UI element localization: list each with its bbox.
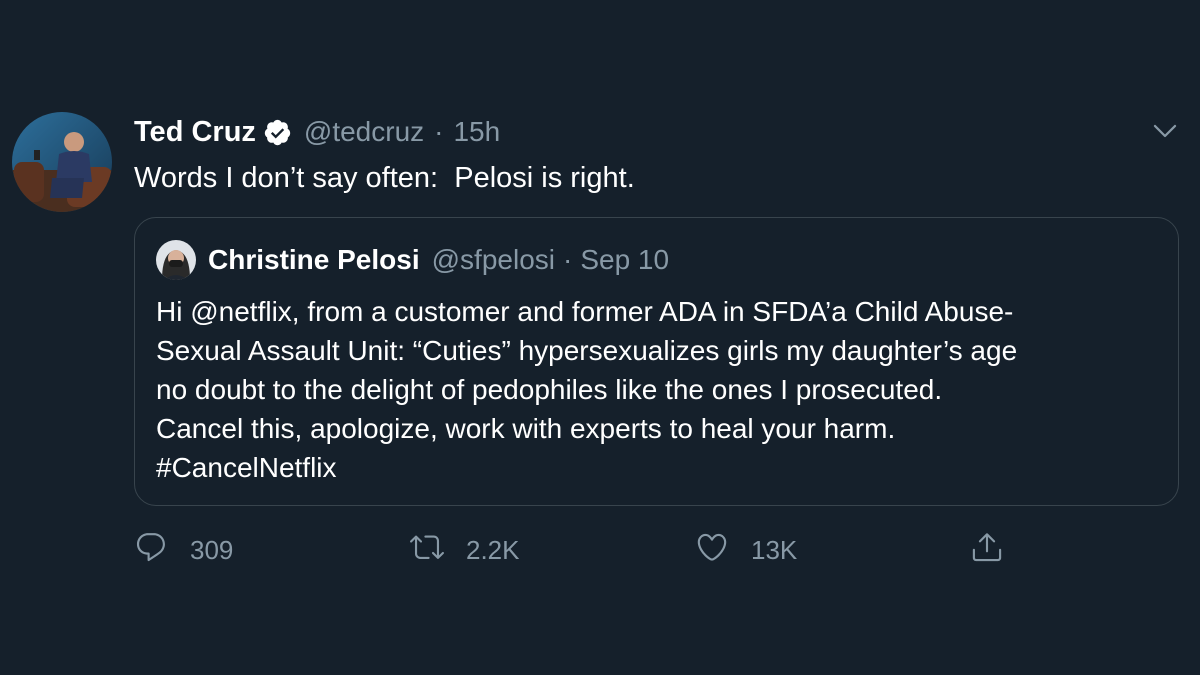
verified-badge-icon <box>263 118 292 147</box>
like-button[interactable]: 13K <box>695 528 797 572</box>
heart-icon <box>695 530 729 571</box>
quoted-tweet-text: Hi @netflix, from a customer and former … <box>156 292 1156 487</box>
share-icon <box>970 530 1004 571</box>
quoted-text-line: Hi @netflix, from a customer and former … <box>156 296 1014 327</box>
tweet-header: Ted Cruz @tedcruz · 15h <box>134 110 500 154</box>
author-avatar[interactable] <box>12 112 112 212</box>
quoted-text-line: #CancelNetflix <box>156 452 337 483</box>
reply-count: 309 <box>190 534 234 565</box>
quoted-author-name[interactable]: Christine Pelosi <box>208 244 420 276</box>
like-count: 13K <box>751 534 798 565</box>
retweet-icon <box>410 530 444 571</box>
quoted-text-line: Cancel this, apologize, work with expert… <box>156 413 896 444</box>
tweet: Ted Cruz @tedcruz · 15h Words I don’t sa… <box>0 0 1200 675</box>
separator-dot: · <box>434 116 444 147</box>
quoted-author-handle[interactable]: @sfpelosi <box>432 244 555 276</box>
tweet-text: Words I don’t say often: Pelosi is right… <box>134 162 635 194</box>
quoted-tweet-timestamp[interactable]: Sep 10 <box>580 244 669 276</box>
reply-icon <box>134 530 168 571</box>
share-button[interactable] <box>970 528 1004 572</box>
author-name[interactable]: Ted Cruz <box>134 116 256 149</box>
author-handle[interactable]: @tedcruz <box>304 116 424 148</box>
retweet-count: 2.2K <box>466 534 520 565</box>
quoted-tweet-card[interactable]: Christine Pelosi @sfpelosi · Sep 10 Hi @… <box>134 217 1179 506</box>
retweet-button[interactable]: 2.2K <box>410 528 520 572</box>
quoted-tweet-header: Christine Pelosi @sfpelosi · Sep 10 <box>156 238 669 282</box>
separator-dot: · <box>563 244 573 275</box>
chevron-down-icon[interactable] <box>1150 116 1180 146</box>
quoted-text-line: no doubt to the delight of pedophiles li… <box>156 374 943 405</box>
quoted-author-avatar[interactable] <box>156 240 196 280</box>
quoted-text-line: Sexual Assault Unit: “Cuties” hypersexua… <box>156 335 1018 366</box>
tweet-timestamp[interactable]: 15h <box>453 116 500 148</box>
reply-button[interactable]: 309 <box>134 528 233 572</box>
